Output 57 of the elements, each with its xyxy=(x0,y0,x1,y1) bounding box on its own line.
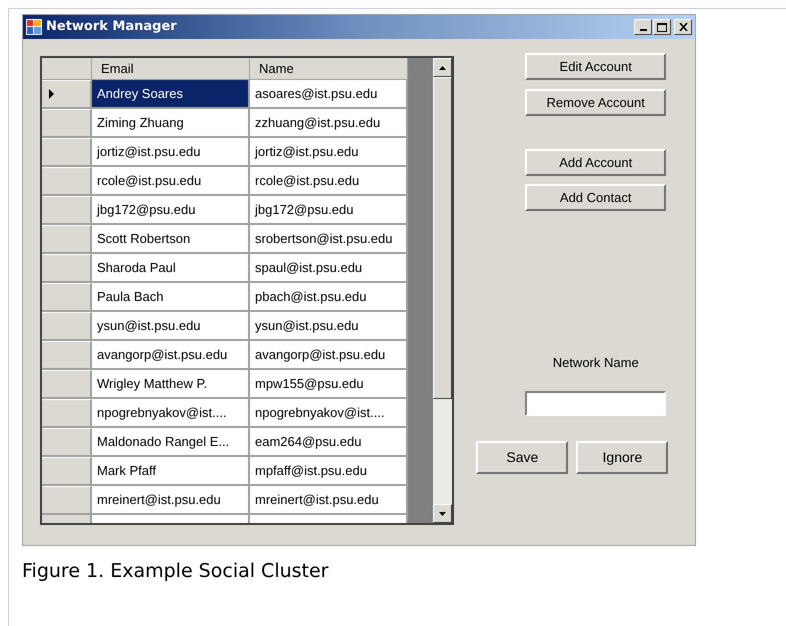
scroll-down-button[interactable] xyxy=(433,504,452,523)
table-cell[interactable]: Scott Robertson xyxy=(92,225,250,254)
up-arrow-icon xyxy=(439,66,446,70)
network-name-label: Network Name xyxy=(552,354,639,372)
table-cell[interactable]: avangorp@ist.psu.edu xyxy=(92,341,250,370)
table-cell[interactable]: rcole@ist.psu.edu xyxy=(92,167,250,196)
table-cell[interactable]: spaul@ist.psu.edu xyxy=(250,254,408,283)
table-cell[interactable]: Andrey Soares xyxy=(92,80,250,109)
table-cell[interactable]: jbg172@psu.edu xyxy=(250,196,408,225)
table-cell[interactable] xyxy=(250,515,408,523)
table-cell[interactable]: zzhuang@ist.psu.edu xyxy=(250,109,408,138)
table-cell[interactable]: npogrebnyakov@ist.... xyxy=(92,399,250,428)
table-cell[interactable]: Mark Pfaff xyxy=(92,457,250,486)
scroll-up-button[interactable] xyxy=(433,58,452,77)
table-cell[interactable] xyxy=(92,515,250,523)
table-cell[interactable]: Wrigley Matthew P. xyxy=(92,370,250,399)
table-cell[interactable]: pbach@ist.psu.edu xyxy=(250,283,408,312)
table-cell[interactable]: Ziming Zhuang xyxy=(92,109,250,138)
table-cell[interactable]: npogrebnyakov@ist.... xyxy=(250,399,408,428)
dialog-button[interactable]: Ignore xyxy=(576,440,668,474)
table-cell[interactable]: avangorp@ist.psu.edu xyxy=(250,341,408,370)
table-cell[interactable]: Sharoda Paul xyxy=(92,254,250,283)
table-cell[interactable]: Paula Bach xyxy=(92,283,250,312)
table-cell[interactable]: ysun@ist.psu.edu xyxy=(250,312,408,341)
network-name-field[interactable] xyxy=(525,390,666,416)
maximize-icon xyxy=(657,22,667,32)
table-cell[interactable]: rcole@ist.psu.edu xyxy=(250,167,408,196)
dialog-button[interactable]: Save xyxy=(476,440,568,474)
table-cell[interactable]: asoares@ist.psu.edu xyxy=(250,80,408,109)
table-cell[interactable]: ysun@ist.psu.edu xyxy=(92,312,250,341)
close-button[interactable] xyxy=(674,19,692,35)
table-cell[interactable]: mpw155@psu.edu xyxy=(250,370,408,399)
window-title: Network Manager xyxy=(46,18,178,36)
table-cell[interactable]: jbg172@psu.edu xyxy=(92,196,250,225)
scroll-thumb[interactable] xyxy=(433,77,452,399)
action-button[interactable]: Add Account xyxy=(525,149,666,176)
table-cell[interactable]: mreinert@ist.psu.edu xyxy=(92,486,250,515)
close-icon xyxy=(678,23,688,31)
table-cell[interactable]: mpfaff@ist.psu.edu xyxy=(250,457,408,486)
table-cell[interactable]: jortiz@ist.psu.edu xyxy=(92,138,250,167)
table-cell[interactable]: Maldonado Rangel E... xyxy=(92,428,250,457)
row-header[interactable] xyxy=(42,515,92,523)
app-icon xyxy=(26,19,42,35)
table-cell[interactable]: eam264@psu.edu xyxy=(250,428,408,457)
table-cell[interactable]: jortiz@ist.psu.edu xyxy=(250,138,408,167)
table-cell[interactable]: srobertson@ist.psu.edu xyxy=(250,225,408,254)
action-button[interactable]: Remove Account xyxy=(525,89,666,116)
table-cell[interactable]: mreinert@ist.psu.edu xyxy=(250,486,408,515)
figure-caption: Figure 1. Example Social Cluster xyxy=(22,559,330,584)
action-button[interactable]: Add Contact xyxy=(525,184,666,211)
scrollbar[interactable] xyxy=(433,58,452,523)
maximize-button[interactable] xyxy=(653,19,671,35)
minimize-icon xyxy=(640,29,646,31)
current-row-icon xyxy=(49,89,54,99)
action-button[interactable]: Edit Account xyxy=(525,53,666,80)
down-arrow-icon xyxy=(439,512,446,516)
minimize-button[interactable] xyxy=(634,19,652,35)
